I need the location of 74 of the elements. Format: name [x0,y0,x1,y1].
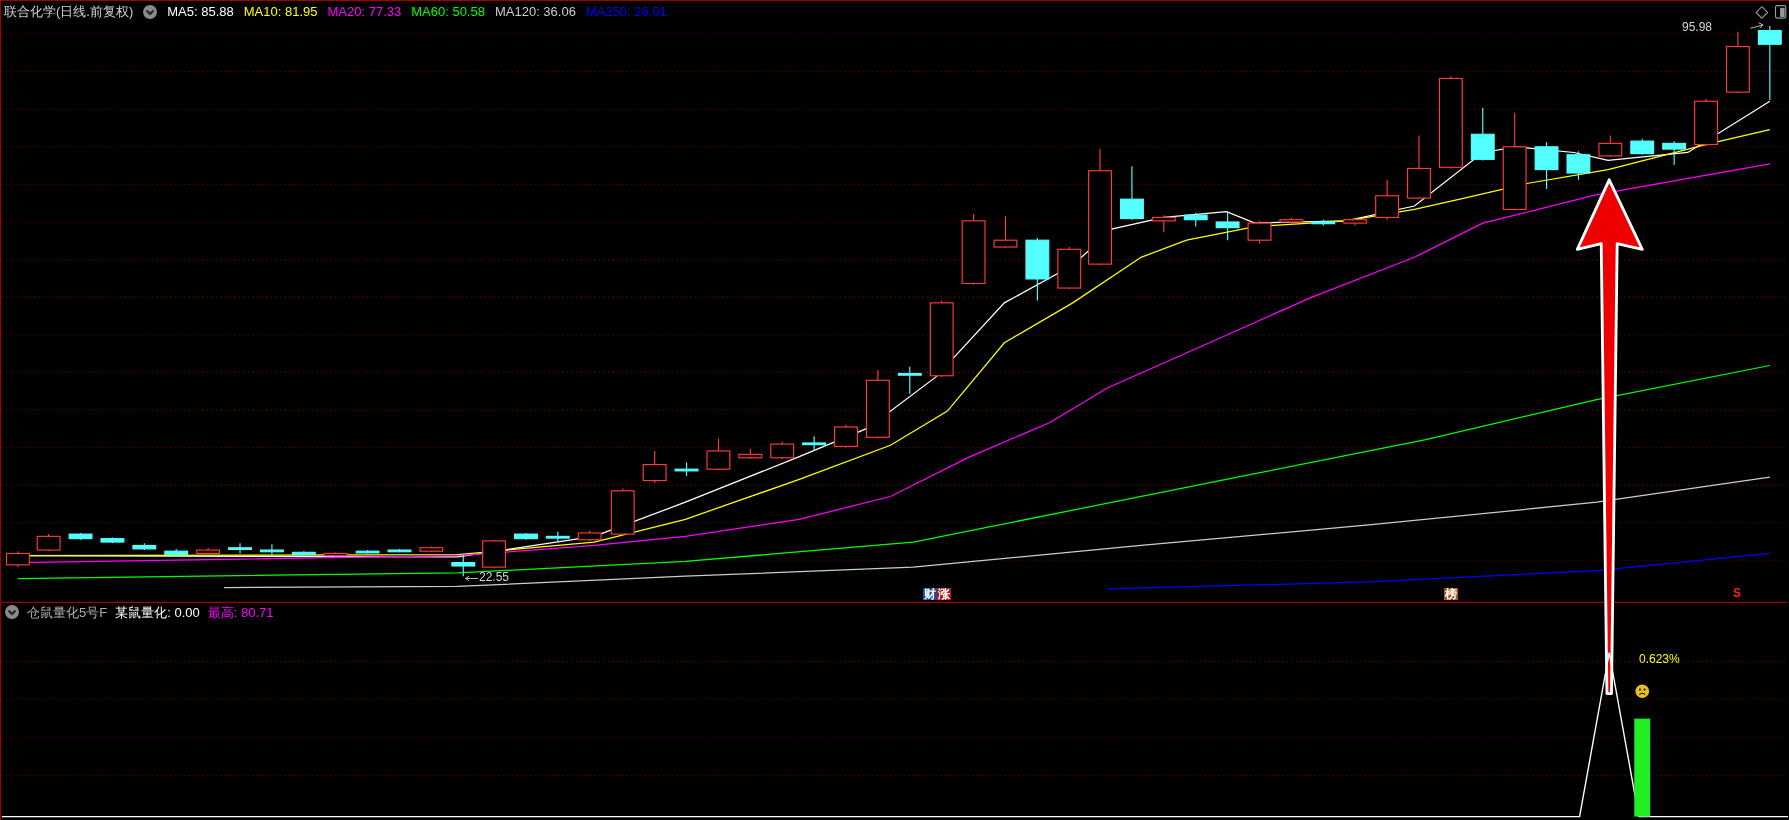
candlestick [1215,211,1240,241]
candlestick [1534,141,1559,190]
price-label: 22.55 [479,571,510,583]
dropdown-icon[interactable] [143,4,158,19]
candlestick [770,441,795,460]
candlestick [451,554,476,577]
candlestick [482,539,506,569]
candlestick [196,547,221,556]
candlestick [5,550,30,568]
candlestick [1057,246,1082,290]
candlestick [993,215,1018,249]
candlestick [706,437,731,471]
pointer-arrow [1750,22,1764,29]
candlestick [1025,237,1050,302]
candlestick [291,550,316,557]
candlestick [1375,179,1400,221]
candlestick [674,461,699,477]
moving-average-value: MA250: 26.01 [585,5,667,18]
window-icon[interactable] [1774,5,1787,19]
candlestick [1470,107,1495,162]
candlestick [738,448,763,460]
candlestick [897,366,922,395]
candlestick [642,450,667,484]
candlestick [1343,216,1368,226]
candlestick [802,435,827,452]
dropdown-icon[interactable] [5,605,19,619]
candlestick [1598,134,1623,158]
moving-average-value: MA60: 50.58 [411,5,485,18]
moving-average-value: MA20: 77.33 [327,5,402,18]
candlestick [513,532,538,541]
candlestick [545,531,570,542]
event-marker: S [1732,587,1742,599]
candlestick [1119,165,1144,221]
pointer-arrow [465,575,479,582]
moving-average-value: MA10: 81.95 [243,5,318,18]
candlestick [387,548,412,553]
candlestick [1694,98,1718,147]
diamond-icon[interactable] [1755,5,1769,19]
stock-title: 联合化学(日线.前复权) [4,5,134,18]
candlestick [228,542,252,555]
candlestick [1183,212,1208,228]
candlestick [1725,31,1750,94]
candlestick [1630,138,1655,156]
indicator-name: 仓鼠量化5号F [27,605,108,619]
candlestick [164,548,189,557]
candlestick [1279,216,1304,225]
candlestick [323,551,348,558]
percent-label: 0.623% [1639,653,1680,665]
candlestick [577,530,602,542]
price-label: 95.98 [1682,21,1713,33]
candlestick [259,543,284,556]
candlestick [1566,150,1591,181]
event-marker: 涨 [937,588,951,600]
indicator-value: 某鼠量化: 0.00 [115,605,200,619]
indicator-value: 最高: 80.71 [207,605,274,619]
candlestick [132,542,157,551]
sad-face-icon [1635,684,1650,699]
candlestick [68,532,93,541]
candlestick [100,536,125,544]
candlestick [610,487,635,536]
candlestick [355,549,380,555]
candlestick [1311,219,1336,226]
candlestick [36,533,61,552]
candlestick [1247,220,1272,245]
candlestick [1407,134,1431,200]
moving-average-value: MA5: 85.88 [167,5,234,18]
candlestick [1151,214,1176,233]
candlestick [834,424,858,449]
moving-average-value: MA120: 36.06 [494,5,576,18]
candlestick [1662,140,1687,166]
event-marker: 财 [923,588,937,600]
candlestick [865,369,890,439]
event-marker: 榜 [1444,588,1458,600]
candlestick [419,546,444,553]
